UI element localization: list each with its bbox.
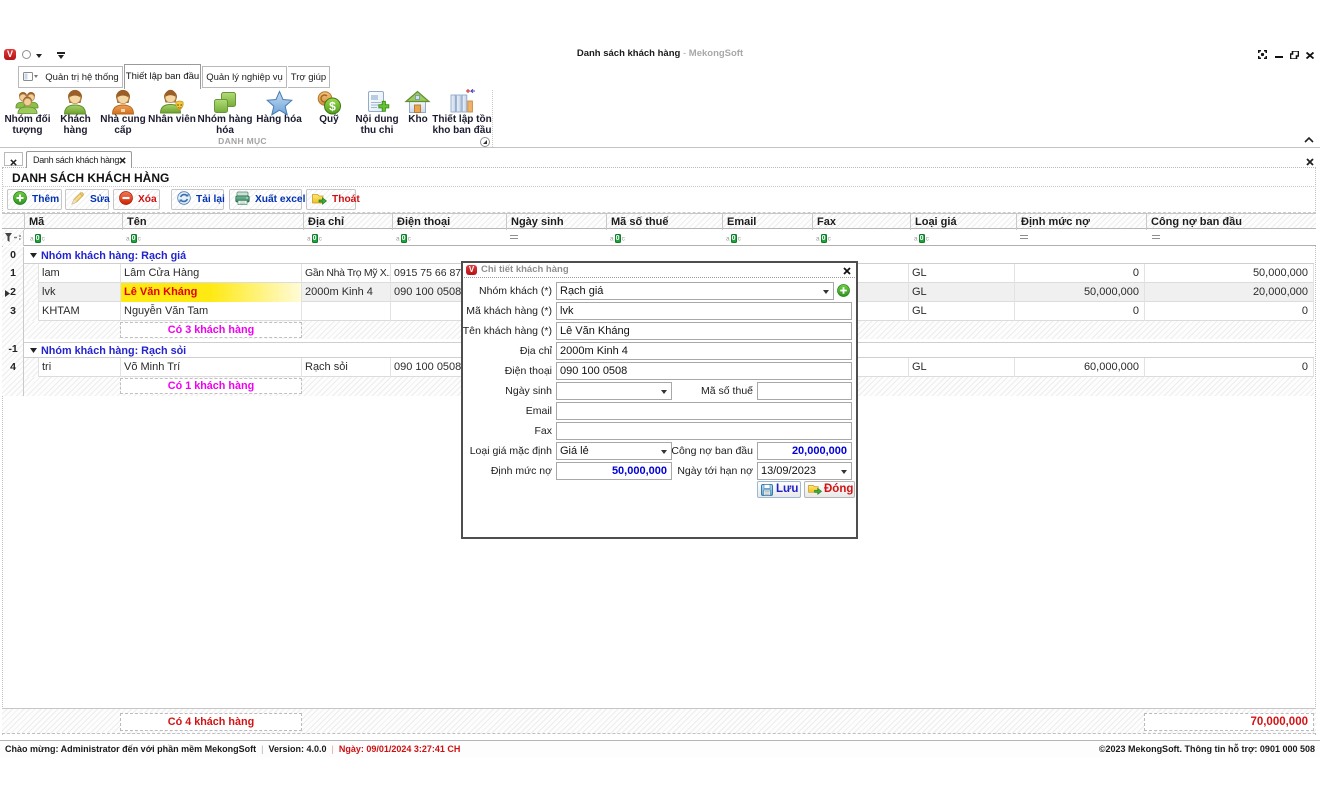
svg-text:$: $ — [329, 100, 336, 114]
